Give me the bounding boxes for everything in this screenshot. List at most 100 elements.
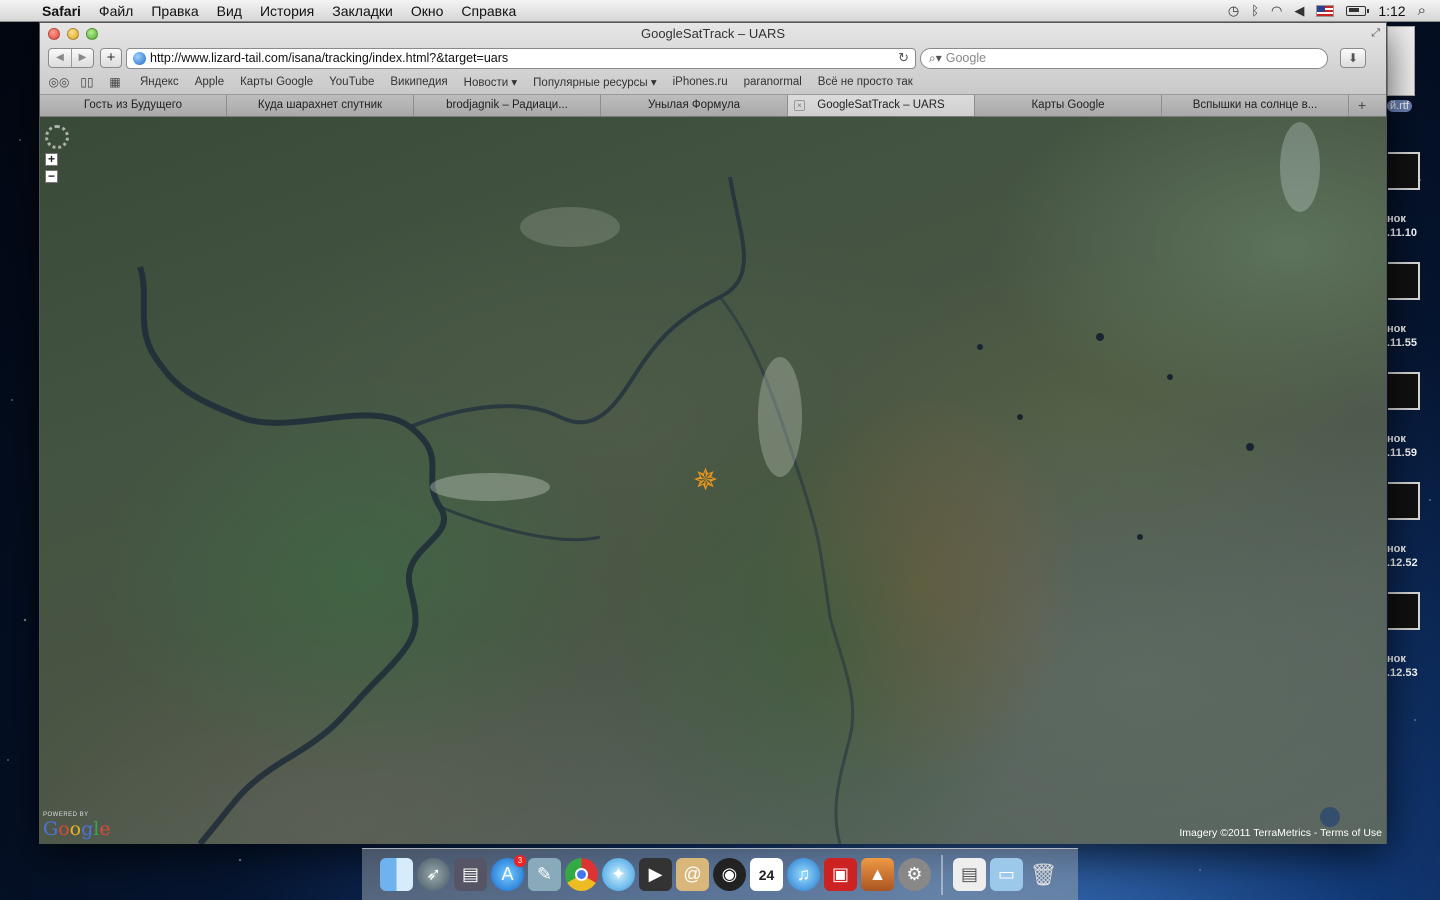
close-tab-icon[interactable]: × xyxy=(794,100,805,111)
reload-icon[interactable]: ↻ xyxy=(898,50,909,66)
bookmark-item[interactable]: Apple xyxy=(187,76,232,88)
desktop-label-line2: .11.59 xyxy=(1387,447,1417,459)
menu-file[interactable]: Файл xyxy=(90,3,142,19)
finder-icon[interactable] xyxy=(380,858,413,891)
desktop-screenshot-icon[interactable] xyxy=(1388,592,1420,630)
chrome-icon[interactable] xyxy=(565,858,598,891)
downloads-button[interactable]: ⬇ xyxy=(1340,48,1366,68)
address-bar[interactable]: http://www.lizard-tail.com/isana/trackin… xyxy=(126,47,916,69)
facetime-icon[interactable]: ▶ xyxy=(639,858,672,891)
browser-toolbar: ◀ ▶ + http://www.lizard-tail.com/isana/t… xyxy=(40,46,1386,70)
bookmark-folder[interactable]: Новости ▾ xyxy=(456,75,526,89)
desktop-screenshot-icon[interactable] xyxy=(1388,372,1420,410)
trash-icon[interactable]: 🗑 xyxy=(1027,858,1060,891)
zoom-out-button[interactable]: − xyxy=(45,170,58,183)
window-title: GoogleSatTrack – UARS xyxy=(640,26,786,41)
safari-icon[interactable]: ✦ xyxy=(602,858,635,891)
bookmark-item[interactable]: Карты Google xyxy=(232,76,321,88)
map-attribution[interactable]: Imagery ©2011 TerraMetrics - Terms of Us… xyxy=(1179,827,1382,839)
desktop-screenshot-icon[interactable] xyxy=(1388,482,1420,520)
forward-button[interactable]: ▶ xyxy=(71,49,93,67)
bookmarks-book-icon[interactable]: ▯▯ xyxy=(76,75,98,89)
battery-icon[interactable] xyxy=(1346,5,1370,16)
menu-history[interactable]: История xyxy=(251,3,323,19)
google-logo[interactable]: POWERED BY Google xyxy=(43,812,111,840)
zoom-in-button[interactable]: + xyxy=(45,153,58,166)
tab[interactable]: Вспышки на солнце в... xyxy=(1162,95,1349,116)
dock: ➶ ▤ A3 ✎ ✦ ▶ @ ◉ 24 ♫ ▣ ▲ ⚙ ▤ ▭ 🗑 xyxy=(362,848,1078,900)
add-bookmark-button[interactable]: + xyxy=(100,48,122,68)
reading-list-icon[interactable]: ◎◎ xyxy=(48,75,70,89)
desktop-label-line2: .12.53 xyxy=(1387,667,1418,679)
desktop-label-line1: нок xyxy=(1387,213,1406,225)
iphoto-icon[interactable]: ▲ xyxy=(861,858,894,891)
system-preferences-icon[interactable]: ⚙ xyxy=(898,858,931,891)
desktop-document-icon[interactable] xyxy=(1387,26,1415,96)
bookmark-folder[interactable]: Популярные ресурсы ▾ xyxy=(525,75,664,89)
itunes-icon[interactable]: ♫ xyxy=(787,858,820,891)
time-machine-icon[interactable]: ◷ xyxy=(1228,3,1239,19)
desktop-label-line1: нок xyxy=(1387,543,1406,555)
preview-icon[interactable]: ✎ xyxy=(528,858,561,891)
app-store-icon[interactable]: A3 xyxy=(491,855,526,891)
desktop-label-line2: .11.10 xyxy=(1387,227,1417,239)
mail-icon[interactable]: @ xyxy=(676,858,709,891)
app-store-badge: 3 xyxy=(514,855,526,867)
window-titlebar[interactable]: GoogleSatTrack – UARS ⤢ ◀ ▶ + http://www… xyxy=(40,23,1386,95)
google-logo-text: Google xyxy=(43,818,111,840)
bookmark-item[interactable]: iPhones.ru xyxy=(665,76,736,88)
input-source-flag-icon[interactable] xyxy=(1316,4,1335,17)
tab[interactable]: Гость из Будущего xyxy=(40,95,227,116)
folder-icon[interactable]: ▭ xyxy=(990,858,1023,891)
navigation-buttons: ◀ ▶ xyxy=(48,48,94,68)
menu-app-name[interactable]: Safari xyxy=(38,3,90,19)
desktop-label-line2: .12.52 xyxy=(1387,557,1418,569)
volume-icon[interactable]: ◀ xyxy=(1294,3,1304,19)
top-sites-grid-icon[interactable]: ▦ xyxy=(104,75,126,89)
satellite-marker-icon[interactable]: ✵ xyxy=(693,463,718,498)
tab[interactable]: Куда шарахнет спутник xyxy=(227,95,414,116)
tab-active-label: GoogleSatTrack – UARS xyxy=(817,99,945,111)
launchpad-icon[interactable]: ➶ xyxy=(417,858,450,891)
map-controls: + − xyxy=(45,125,69,183)
back-button[interactable]: ◀ xyxy=(49,49,71,67)
desktop-rtf-label[interactable]: й.rtf xyxy=(1387,100,1412,112)
satellite-map[interactable]: + − ✵ POWERED BY Google Imagery ©2011 Te… xyxy=(40,117,1386,844)
menu-view[interactable]: Вид xyxy=(208,3,251,19)
settings-gear-icon[interactable] xyxy=(45,125,69,149)
menu-help[interactable]: Справка xyxy=(452,3,525,19)
desktop-screenshot-icon[interactable] xyxy=(1388,262,1420,300)
tab[interactable]: brodjagnik – Радиаци... xyxy=(414,95,601,116)
tab[interactable]: Карты Google xyxy=(975,95,1162,116)
dvd-player-icon[interactable]: ◉ xyxy=(713,858,746,891)
menubar-clock[interactable]: 1:12 xyxy=(1378,3,1405,19)
photo-booth-icon[interactable]: ▣ xyxy=(824,858,857,891)
bookmark-item[interactable]: paranormal xyxy=(736,76,810,88)
url-text[interactable]: http://www.lizard-tail.com/isana/trackin… xyxy=(150,51,898,65)
spotlight-icon[interactable]: ⌕ xyxy=(1418,2,1426,19)
photo-browser-icon[interactable]: ▤ xyxy=(454,858,487,891)
calendar-icon[interactable]: 24 xyxy=(750,858,783,891)
search-field[interactable]: ⌕▾ Google xyxy=(920,47,1328,69)
safari-window: GoogleSatTrack – UARS ⤢ ◀ ▶ + http://www… xyxy=(39,22,1387,844)
menu-edit[interactable]: Правка xyxy=(142,3,207,19)
menu-window[interactable]: Окно xyxy=(402,3,453,19)
bluetooth-icon[interactable]: ᛒ xyxy=(1251,3,1259,18)
site-favicon-icon xyxy=(133,51,146,65)
bookmark-item[interactable]: YouTube xyxy=(321,76,382,88)
bookmark-item[interactable]: Всё не просто так xyxy=(810,76,921,88)
dock-separator xyxy=(941,854,943,895)
desktop-screenshot-icon[interactable] xyxy=(1388,152,1420,190)
fullscreen-icon[interactable]: ⤢ xyxy=(1371,27,1380,40)
wifi-icon[interactable]: ◠ xyxy=(1271,3,1282,19)
bookmark-item[interactable]: Википедия xyxy=(382,76,455,88)
new-tab-button[interactable]: + xyxy=(1349,95,1375,116)
desktop-label-line1: нок xyxy=(1387,653,1406,665)
search-placeholder: Google xyxy=(945,51,987,65)
desktop-label-line2: .11.55 xyxy=(1387,337,1417,349)
menu-bookmarks[interactable]: Закладки xyxy=(323,3,402,19)
documents-icon[interactable]: ▤ xyxy=(953,858,986,891)
bookmark-item[interactable]: Яндекс xyxy=(132,76,187,88)
tab[interactable]: Унылая Формула xyxy=(601,95,788,116)
tab-active[interactable]: × GoogleSatTrack – UARS xyxy=(788,95,975,116)
